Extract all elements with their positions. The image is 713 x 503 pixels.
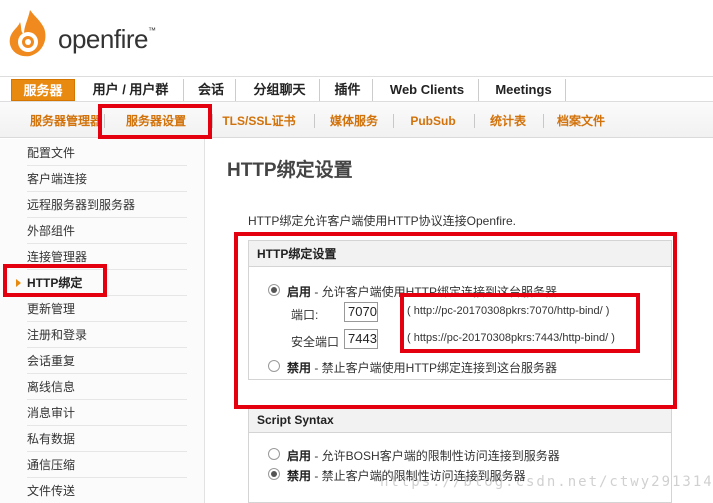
sidebar: 配置文件 客户端连接 远程服务器到服务器 外部组件 连接管理器 HTTP绑定 更… [0,139,205,503]
sidebar-item-message-audit[interactable]: 消息审计 [27,400,187,426]
watermark: https://blog.csdn.net/ctwy291314 [380,474,713,490]
subtab-archive[interactable]: 档案文件 [550,111,612,131]
main-tab-users[interactable]: 用户 / 用户群 [78,79,184,101]
brand-name: openfire™ [58,24,156,54]
subtab-pubsub[interactable]: PubSub [400,111,466,131]
subnav-divider [212,114,213,128]
sidebar-item-compression[interactable]: 通信压缩 [27,452,187,478]
subnav-divider [104,114,105,128]
http-binding-enabled-radio[interactable] [268,284,280,296]
sidebar-item-private-data[interactable]: 私有数据 [27,426,187,452]
subtab-statistics[interactable]: 统计表 [482,111,534,131]
http-binding-panel: HTTP绑定设置 启用 - 允许客户端使用HTTP绑定连接到这台服务器 端口: … [248,240,672,380]
http-binding-enabled-option: 启用 - 允许客户端使用HTTP绑定连接到这台服务器 [287,285,558,299]
sidebar-item-http-binding[interactable]: HTTP绑定 [27,270,187,296]
port-label: 端口: [291,308,319,322]
main-tab-web-clients[interactable]: Web Clients [376,79,479,101]
sidebar-item-update-manager[interactable]: 更新管理 [27,296,187,322]
main-nav: 服务器 用户 / 用户群 会话 分组聊天 插件 Web Clients Meet… [0,76,713,102]
subnav-divider [314,114,315,128]
main-tab-server[interactable]: 服务器 [11,79,75,101]
openfire-logo-icon [9,10,46,57]
sidebar-item-file-transfer[interactable]: 文件传送 [27,478,187,503]
port-input[interactable]: 7070 [344,302,378,322]
sidebar-item-registration-login[interactable]: 注册和登录 [27,322,187,348]
secure-port-label: 安全端口 [291,335,340,349]
subtab-tls-ssl[interactable]: TLS/SSL证书 [214,111,304,131]
secure-port-url: ( https://pc-20170308pkrs:7443/http-bind… [407,332,615,344]
page-intro: HTTP绑定允许客户端使用HTTP协议连接Openfire. [248,214,517,228]
sub-nav: 服务器管理器 服务器设置 TLS/SSL证书 媒体服务 PubSub 统计表 档… [0,102,713,138]
subtab-server-settings[interactable]: 服务器设置 [108,111,204,131]
main-tab-groupchat[interactable]: 分组聊天 [240,79,320,101]
subtab-media-services[interactable]: 媒体服务 [322,111,386,131]
subnav-divider [474,114,475,128]
script-syntax-disabled-radio[interactable] [268,468,280,480]
http-binding-disabled-option: 禁用 - 禁止客户端使用HTTP绑定连接到这台服务器 [287,361,558,375]
main-tab-meetings[interactable]: Meetings [482,79,566,101]
http-binding-panel-header: HTTP绑定设置 [249,241,671,267]
port-url: ( http://pc-20170308pkrs:7070/http-bind/… [407,305,610,317]
sidebar-item-external-components[interactable]: 外部组件 [27,218,187,244]
subnav-divider [543,114,544,128]
sidebar-item-offline-messages[interactable]: 离线信息 [27,374,187,400]
script-syntax-enabled-radio[interactable] [268,448,280,460]
page: openfire™ 服务器 用户 / 用户群 会话 分组聊天 插件 Web Cl… [0,0,713,503]
script-syntax-enabled-option: 启用 - 允许BOSH客户端的限制性访问连接到服务器 [287,449,560,463]
active-arrow-icon [16,279,21,287]
secure-port-input[interactable]: 7443 [344,329,378,349]
script-syntax-panel-header: Script Syntax [249,407,671,433]
subnav-divider [393,114,394,128]
sidebar-item-profile[interactable]: 配置文件 [27,140,187,166]
sidebar-item-connection-managers[interactable]: 连接管理器 [27,244,187,270]
page-title: HTTP绑定设置 [227,160,353,181]
sidebar-item-server-to-server[interactable]: 远程服务器到服务器 [27,192,187,218]
http-binding-disabled-radio[interactable] [268,360,280,372]
sidebar-item-client-connections[interactable]: 客户端连接 [27,166,187,192]
main-tab-plugins[interactable]: 插件 [323,79,373,101]
subtab-server-manager[interactable]: 服务器管理器 [18,111,114,131]
sidebar-item-session-conflict[interactable]: 会话重复 [27,348,187,374]
main-tab-sessions[interactable]: 会话 [187,79,236,101]
